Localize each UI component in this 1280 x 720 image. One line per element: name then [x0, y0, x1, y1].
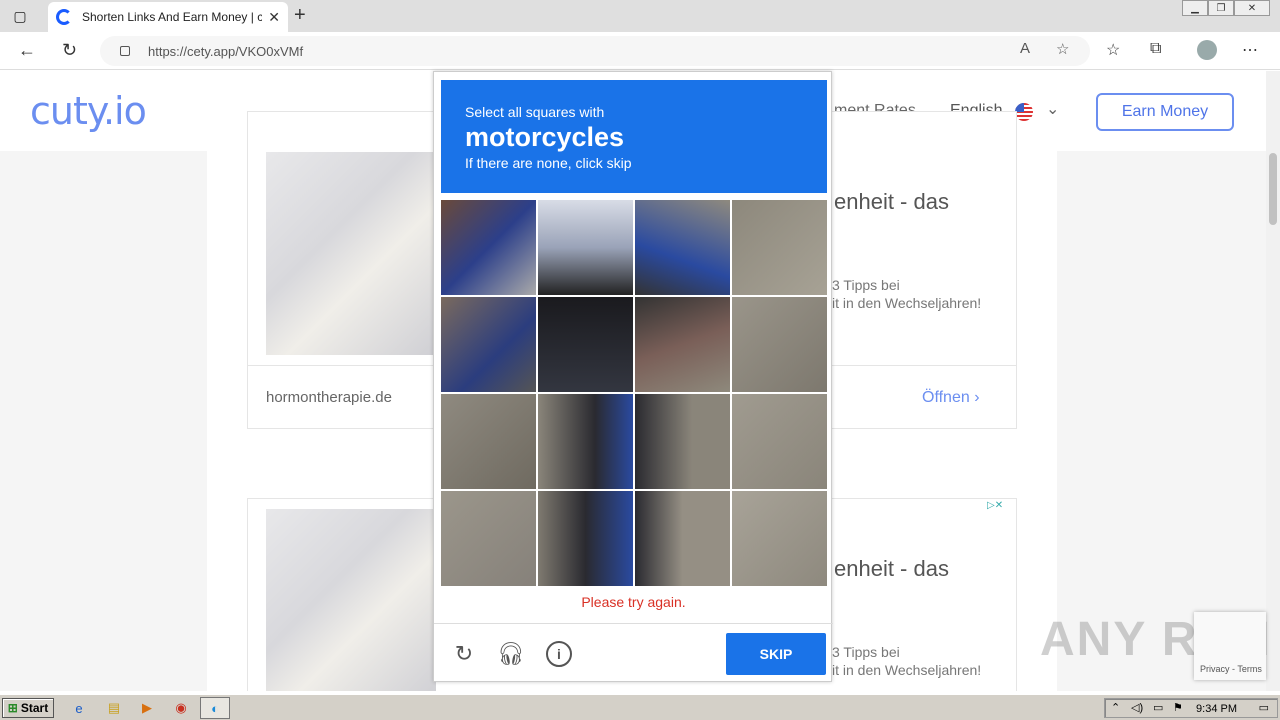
audio-headphones-icon[interactable]: 🎧︎ [497, 641, 525, 667]
network-icon[interactable]: ▭ [1153, 701, 1163, 714]
ad-domain[interactable]: hormontherapie.de [266, 389, 392, 406]
volume-icon[interactable]: ◁) [1131, 701, 1143, 714]
tab-close-icon[interactable]: ✕ [268, 9, 280, 26]
site-favicon-icon [56, 9, 72, 25]
clock[interactable]: 9:34 PM [1196, 703, 1237, 715]
ad-body-line: 3 Tipps bei [832, 277, 900, 293]
info-icon[interactable]: i [546, 641, 572, 667]
captcha-tile[interactable] [732, 394, 827, 489]
us-flag-icon [1015, 103, 1033, 121]
captcha-instruction: Select all squares with [465, 104, 605, 120]
flag-icon[interactable]: ⚑ [1173, 701, 1183, 714]
minimize-icon[interactable]: ▁ [1182, 0, 1208, 16]
taskbar: ⊞ Start e ▤ ▶ ◉ ◐ ⌃ ◁) ▭ ⚑ 9:34 PM ▭ [0, 694, 1280, 720]
scroll-thumb[interactable] [1269, 153, 1277, 225]
captcha-footer: ↻ 🎧︎ i SKIP [434, 623, 833, 683]
more-menu-icon[interactable]: ⋯ [1242, 40, 1258, 60]
captcha-header: Select all squares with motorcycles If t… [441, 80, 827, 193]
ad-body-line: it in den Wechseljahren! [832, 662, 982, 678]
recaptcha-privacy-terms[interactable]: Privacy - Terms [1200, 664, 1262, 674]
url-text: https://cety.app/VKO0xVMf [148, 43, 304, 59]
restore-icon[interactable]: ❐ [1208, 0, 1234, 16]
close-window-icon[interactable]: ✕ [1234, 0, 1270, 16]
reload-icon[interactable]: ↻ [451, 641, 477, 667]
ad-open-link[interactable]: Öffnen › [922, 389, 980, 407]
captcha-tile[interactable] [732, 200, 827, 295]
read-aloud-icon[interactable]: A [1020, 40, 1030, 57]
ad-choices-icon[interactable]: ▷✕ [987, 500, 1017, 514]
chevron-down-icon[interactable]: ⌄ [1046, 99, 1059, 119]
captcha-target: motorcycles [465, 122, 625, 152]
tray-expand-icon[interactable]: ⌃ [1111, 701, 1120, 714]
captcha-tile[interactable] [538, 491, 633, 586]
skip-button[interactable]: SKIP [726, 633, 826, 675]
captcha-tile[interactable] [538, 297, 633, 392]
captcha-tile[interactable] [441, 297, 536, 392]
add-favorite-icon[interactable]: ☆ [1056, 40, 1069, 58]
collections-icon[interactable]: ⧉ [1150, 40, 1161, 58]
captcha-tile[interactable] [635, 200, 730, 295]
folder-icon[interactable]: ▤ [105, 699, 123, 717]
url-field[interactable]: https://cety.app/VKO0xVMf [100, 36, 1090, 66]
captcha-tile[interactable] [732, 297, 827, 392]
ad-image[interactable] [266, 152, 436, 355]
start-label: Start [20, 701, 49, 715]
captcha-tile[interactable] [441, 200, 536, 295]
site-logo[interactable]: cuty.io [30, 89, 147, 133]
captcha-tile[interactable] [441, 491, 536, 586]
captcha-hint: If there are none, click skip [465, 155, 632, 171]
ad-headline[interactable]: enheit - das [834, 189, 949, 215]
ad-image[interactable] [266, 509, 436, 691]
captcha-image-grid [441, 200, 827, 586]
system-tray: ⌃ ◁) ▭ ⚑ 9:34 PM ▭ [1104, 698, 1278, 718]
ad-open-label: Öffnen [922, 389, 970, 406]
captcha-tile[interactable] [538, 394, 633, 489]
earn-money-button[interactable]: Earn Money [1096, 93, 1234, 131]
browser-tab[interactable]: Shorten Links And Earn Money | c ✕ [48, 2, 288, 32]
favorites-icon[interactable]: ☆ [1106, 40, 1120, 60]
refresh-icon[interactable]: ↻ [62, 40, 77, 61]
captcha-tile[interactable] [538, 200, 633, 295]
chrome-icon[interactable]: ◉ [172, 699, 190, 717]
media-player-icon[interactable]: ▶ [138, 699, 156, 717]
ad-body-line: it in den Wechseljahren! [832, 295, 982, 311]
profile-avatar[interactable] [1197, 40, 1217, 60]
tab-title: Shorten Links And Earn Money | c [82, 10, 263, 24]
back-icon[interactable]: ← [18, 40, 36, 61]
captcha-tile[interactable] [635, 297, 730, 392]
page-scrollbar[interactable] [1266, 71, 1280, 691]
address-bar-row: ← ↻ https://cety.app/VKO0xVMf A ☆ [0, 32, 1280, 70]
taskbar-edge-active[interactable]: ◐ [200, 697, 230, 719]
edge-icon: ◐ [211, 700, 219, 716]
tab-actions-icon[interactable]: ▢ [8, 6, 32, 26]
ad-body-line: 3 Tipps bei [832, 644, 900, 660]
captcha-challenge: Select all squares with motorcycles If t… [433, 71, 833, 683]
recaptcha-badge[interactable]: Privacy - Terms [1194, 612, 1266, 680]
captcha-tile[interactable] [441, 394, 536, 489]
ie-icon[interactable]: e [70, 699, 88, 717]
new-tab-icon[interactable]: + [294, 4, 306, 27]
chevron-right-icon: › [974, 389, 980, 406]
browser-tab-bar: ▢ Shorten Links And Earn Money | c ✕ + ▁… [0, 0, 1280, 32]
captcha-error: Please try again. [581, 594, 686, 610]
captcha-tile[interactable] [635, 491, 730, 586]
captcha-tile[interactable] [635, 394, 730, 489]
lock-icon [120, 46, 130, 56]
captcha-tile[interactable] [732, 491, 827, 586]
ad-headline[interactable]: enheit - das [834, 556, 949, 582]
start-button[interactable]: ⊞ Start [2, 698, 54, 718]
windows-logo-icon: ⊞ [7, 701, 18, 715]
desktop-icon[interactable]: ▭ [1259, 701, 1269, 714]
